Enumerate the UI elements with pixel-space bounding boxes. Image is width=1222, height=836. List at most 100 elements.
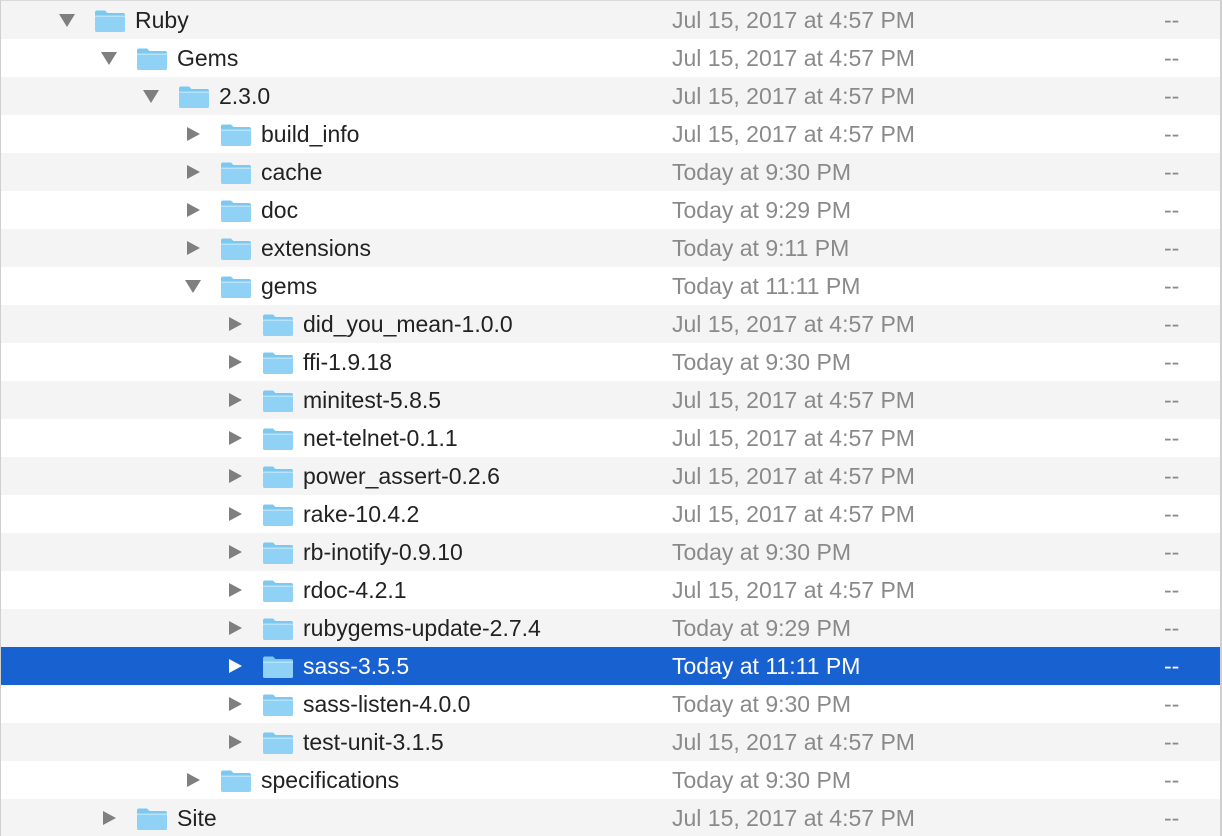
item-name: Site bbox=[177, 805, 217, 831]
disclosure-collapsed-icon[interactable] bbox=[226, 658, 244, 674]
item-name: minitest-5.8.5 bbox=[303, 387, 442, 413]
list-item-extensions[interactable]: extensions Today at 9:11 PM -- bbox=[1, 229, 1220, 267]
item-name: rdoc-4.2.1 bbox=[303, 577, 407, 603]
item-size: -- bbox=[1164, 311, 1180, 337]
disclosure-collapsed-icon[interactable] bbox=[226, 734, 244, 750]
date-modified: Today at 9:29 PM bbox=[672, 197, 851, 223]
list-item-site[interactable]: Site Jul 15, 2017 at 4:57 PM -- bbox=[1, 799, 1220, 836]
item-name: rubygems-update-2.7.4 bbox=[303, 615, 541, 641]
date-modified: Jul 15, 2017 at 4:57 PM bbox=[672, 311, 915, 337]
folder-icon bbox=[263, 694, 293, 716]
list-item-rake[interactable]: rake-10.4.2 Jul 15, 2017 at 4:57 PM -- bbox=[1, 495, 1220, 533]
list-item-rdoc[interactable]: rdoc-4.2.1 Jul 15, 2017 at 4:57 PM -- bbox=[1, 571, 1220, 609]
item-size: -- bbox=[1164, 349, 1180, 375]
folder-icon bbox=[263, 352, 293, 374]
folder-icon bbox=[263, 580, 293, 602]
date-modified: Jul 15, 2017 at 4:57 PM bbox=[672, 121, 915, 147]
list-item-minitest[interactable]: minitest-5.8.5 Jul 15, 2017 at 4:57 PM -… bbox=[1, 381, 1220, 419]
disclosure-collapsed-icon[interactable] bbox=[226, 316, 244, 332]
folder-icon bbox=[95, 10, 125, 32]
list-item-ruby[interactable]: Ruby Jul 15, 2017 at 4:57 PM -- bbox=[1, 1, 1220, 39]
list-item-power-assert[interactable]: power_assert-0.2.6 Jul 15, 2017 at 4:57 … bbox=[1, 457, 1220, 495]
list-item-net-telnet[interactable]: net-telnet-0.1.1 Jul 15, 2017 at 4:57 PM… bbox=[1, 419, 1220, 457]
item-size: -- bbox=[1164, 83, 1180, 109]
item-size: -- bbox=[1164, 691, 1180, 717]
item-name: power_assert-0.2.6 bbox=[303, 463, 500, 489]
disclosure-expanded-icon[interactable] bbox=[184, 278, 202, 294]
folder-icon bbox=[263, 618, 293, 640]
date-modified: Jul 15, 2017 at 4:57 PM bbox=[672, 463, 915, 489]
disclosure-collapsed-icon[interactable] bbox=[184, 240, 202, 256]
list-item-specifications[interactable]: specifications Today at 9:30 PM -- bbox=[1, 761, 1220, 799]
item-name: sass-3.5.5 bbox=[303, 653, 410, 679]
disclosure-collapsed-icon[interactable] bbox=[184, 772, 202, 788]
folder-icon bbox=[263, 390, 293, 412]
list-item-sass-listen[interactable]: sass-listen-4.0.0 Today at 9:30 PM -- bbox=[1, 685, 1220, 723]
disclosure-collapsed-icon[interactable] bbox=[226, 354, 244, 370]
folder-icon bbox=[263, 314, 293, 336]
item-name: Gems bbox=[177, 45, 239, 71]
date-modified: Jul 15, 2017 at 4:57 PM bbox=[672, 501, 915, 527]
date-modified: Jul 15, 2017 at 4:57 PM bbox=[672, 387, 915, 413]
date-modified: Today at 9:11 PM bbox=[672, 235, 850, 261]
list-item-doc[interactable]: doc Today at 9:29 PM -- bbox=[1, 191, 1220, 229]
item-size: -- bbox=[1164, 45, 1180, 71]
disclosure-expanded-icon[interactable] bbox=[100, 50, 118, 66]
item-name: test-unit-3.1.5 bbox=[303, 729, 444, 755]
list-item-2-3-0[interactable]: 2.3.0 Jul 15, 2017 at 4:57 PM -- bbox=[1, 77, 1220, 115]
disclosure-collapsed-icon[interactable] bbox=[184, 126, 202, 142]
item-size: -- bbox=[1164, 159, 1180, 185]
item-size: -- bbox=[1164, 577, 1180, 603]
list-item-gems-folder[interactable]: gems Today at 11:11 PM -- bbox=[1, 267, 1220, 305]
disclosure-collapsed-icon[interactable] bbox=[184, 164, 202, 180]
disclosure-collapsed-icon[interactable] bbox=[226, 582, 244, 598]
disclosure-expanded-icon[interactable] bbox=[142, 88, 160, 104]
finder-list-view: Ruby Jul 15, 2017 at 4:57 PM -- Gems Jul… bbox=[0, 0, 1222, 836]
disclosure-collapsed-icon[interactable] bbox=[226, 392, 244, 408]
item-name: 2.3.0 bbox=[219, 83, 271, 109]
item-size: -- bbox=[1164, 805, 1180, 831]
disclosure-collapsed-icon[interactable] bbox=[226, 506, 244, 522]
list-item-ffi[interactable]: ffi-1.9.18 Today at 9:30 PM -- bbox=[1, 343, 1220, 381]
date-modified: Today at 11:11 PM bbox=[672, 653, 861, 679]
item-name: specifications bbox=[261, 767, 400, 793]
disclosure-collapsed-icon[interactable] bbox=[226, 696, 244, 712]
folder-icon bbox=[179, 86, 209, 108]
list-item-did-you-mean[interactable]: did_you_mean-1.0.0 Jul 15, 2017 at 4:57 … bbox=[1, 305, 1220, 343]
list-item-build-info[interactable]: build_info Jul 15, 2017 at 4:57 PM -- bbox=[1, 115, 1220, 153]
list-item-test-unit[interactable]: test-unit-3.1.5 Jul 15, 2017 at 4:57 PM … bbox=[1, 723, 1220, 761]
list-item-gems[interactable]: Gems Jul 15, 2017 at 4:57 PM -- bbox=[1, 39, 1220, 77]
folder-icon bbox=[221, 238, 251, 260]
folder-icon bbox=[137, 48, 167, 70]
disclosure-collapsed-icon[interactable] bbox=[226, 544, 244, 560]
item-size: -- bbox=[1164, 463, 1180, 489]
item-size: -- bbox=[1164, 501, 1180, 527]
date-modified: Jul 15, 2017 at 4:57 PM bbox=[672, 83, 915, 109]
item-size: -- bbox=[1164, 539, 1180, 565]
item-size: -- bbox=[1164, 767, 1180, 793]
date-modified: Jul 15, 2017 at 4:57 PM bbox=[672, 805, 915, 831]
item-size: -- bbox=[1164, 121, 1180, 147]
folder-icon bbox=[137, 808, 167, 830]
disclosure-collapsed-icon[interactable] bbox=[226, 620, 244, 636]
item-name: Ruby bbox=[135, 7, 189, 33]
disclosure-collapsed-icon[interactable] bbox=[184, 202, 202, 218]
item-size: -- bbox=[1164, 425, 1180, 451]
disclosure-collapsed-icon[interactable] bbox=[226, 430, 244, 446]
disclosure-collapsed-icon[interactable] bbox=[226, 468, 244, 484]
list-item-sass-selected[interactable]: sass-3.5.5 Today at 11:11 PM -- bbox=[1, 647, 1220, 685]
list-item-rb-inotify[interactable]: rb-inotify-0.9.10 Today at 9:30 PM -- bbox=[1, 533, 1220, 571]
date-modified: Today at 9:29 PM bbox=[672, 615, 851, 641]
disclosure-expanded-icon[interactable] bbox=[58, 12, 76, 28]
list-item-rubygems-update[interactable]: rubygems-update-2.7.4 Today at 9:29 PM -… bbox=[1, 609, 1220, 647]
item-name: sass-listen-4.0.0 bbox=[303, 691, 471, 717]
item-size: -- bbox=[1164, 273, 1180, 299]
list-item-cache[interactable]: cache Today at 9:30 PM -- bbox=[1, 153, 1220, 191]
item-name: gems bbox=[261, 273, 318, 299]
item-name: net-telnet-0.1.1 bbox=[303, 425, 458, 451]
date-modified: Jul 15, 2017 at 4:57 PM bbox=[672, 425, 915, 451]
folder-icon bbox=[221, 200, 251, 222]
folder-icon bbox=[263, 428, 293, 450]
item-size: -- bbox=[1164, 615, 1180, 641]
disclosure-collapsed-icon[interactable] bbox=[100, 810, 118, 826]
